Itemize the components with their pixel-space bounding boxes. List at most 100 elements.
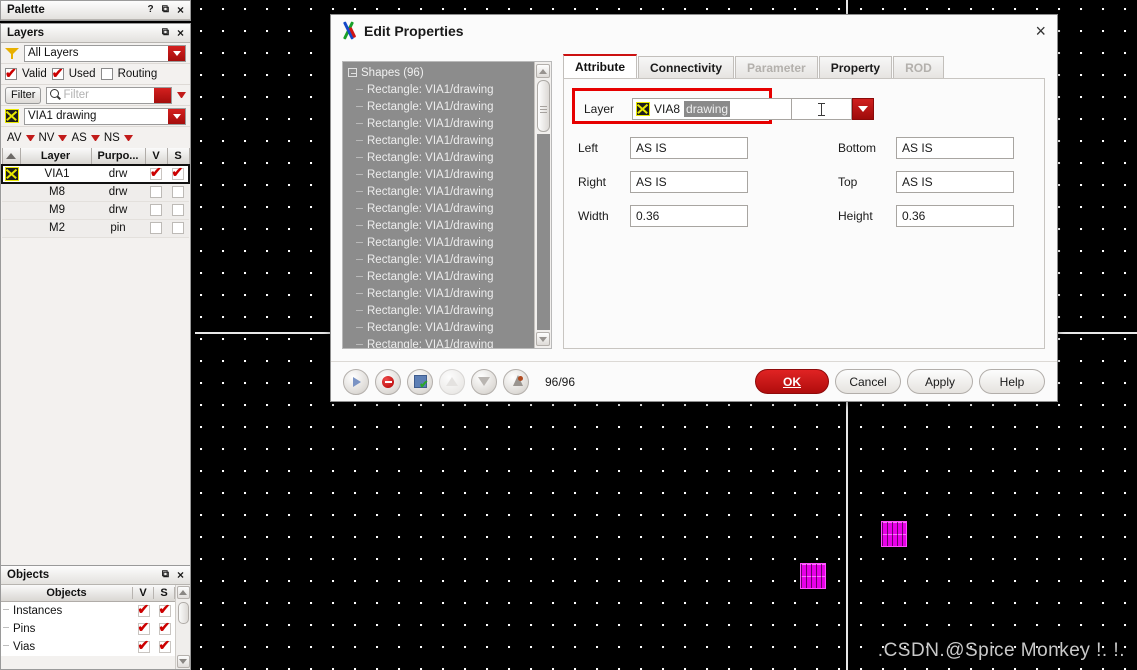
scroll-up-button[interactable] [176,586,190,599]
filter-input[interactable]: Filter [46,86,172,104]
height-field[interactable]: 0.36 [896,205,1014,227]
float-icon[interactable]: ⧉ [159,4,172,17]
float-icon[interactable]: ⧉ [159,569,172,582]
tree-item[interactable]: Rectangle: VIA1/drawing [343,302,534,319]
selectable-cell[interactable] [154,637,175,654]
scroll-down-button[interactable] [176,655,190,668]
visible-checkbox[interactable] [150,186,162,199]
selectable-checkbox[interactable] [158,619,171,636]
layer-input-caret-area[interactable] [792,98,852,120]
tree-item[interactable]: Rectangle: VIA1/drawing [343,183,534,200]
selectable-column-header[interactable]: S [166,148,190,166]
visible-checkbox[interactable] [137,601,150,618]
layer-column-header[interactable]: Layer [19,148,92,166]
close-icon[interactable]: × [174,27,187,40]
selectable-checkbox[interactable] [172,221,184,234]
list-item[interactable]: Instances [1,601,175,620]
filter-options-arrow-icon[interactable] [177,92,186,98]
tree-item[interactable]: Rectangle: VIA1/drawing [343,336,534,348]
tree-item[interactable]: Rectangle: VIA1/drawing [343,319,534,336]
top-field[interactable]: AS IS [896,171,1014,193]
bottom-field[interactable]: AS IS [896,137,1014,159]
help-icon[interactable]: ? [144,4,157,17]
selectable-checkbox[interactable] [158,637,171,654]
visible-column-header[interactable]: V [144,148,168,166]
shapes-tree-list[interactable]: Shapes (96) Rectangle: VIA1/drawing Rect… [343,62,534,348]
figure-button[interactable] [503,368,529,395]
routing-checkbox[interactable] [100,68,113,80]
tree-item[interactable]: Rectangle: VIA1/drawing [343,268,534,285]
next-button[interactable] [343,368,369,395]
row-visible-cell[interactable] [145,164,167,184]
close-icon[interactable]: × [1032,22,1049,40]
tab-attribute[interactable]: Attribute [563,54,637,78]
chevron-down-icon[interactable] [168,108,185,124]
visible-cell[interactable] [133,619,154,636]
row-visible-cell[interactable] [145,183,167,202]
chevron-down-icon[interactable] [154,87,171,103]
shapes-tree-scrollbar[interactable] [534,62,551,348]
apply-button[interactable]: Apply [907,369,973,394]
table-row[interactable]: VIA1 drw [1,164,190,184]
tab-property[interactable]: Property [818,56,893,78]
row-selectable-cell[interactable] [167,201,189,220]
selectable-checkbox[interactable] [158,601,171,618]
as-dropdown-icon[interactable] [90,134,100,141]
visible-checkbox[interactable] [150,164,162,181]
right-field[interactable]: AS IS [630,171,748,193]
selectable-checkbox[interactable] [172,186,184,199]
scroll-up-button[interactable] [536,64,550,78]
tree-item[interactable]: Rectangle: VIA1/drawing [343,132,534,149]
visible-cell[interactable] [133,601,154,618]
tree-item[interactable]: Rectangle: VIA1/drawing [343,149,534,166]
help-button[interactable]: Help [979,369,1045,394]
tree-item[interactable]: Rectangle: VIA1/drawing [343,234,534,251]
cancel-button[interactable]: Cancel [835,369,901,394]
stop-button[interactable] [375,368,401,395]
table-row[interactable]: M9 drw [2,201,189,220]
selectable-checkbox[interactable] [172,203,184,216]
shapes-tree[interactable]: Shapes (96) Rectangle: VIA1/drawing Rect… [342,61,552,349]
close-icon[interactable]: × [174,4,187,17]
sort-column-header[interactable] [1,148,21,166]
objects-column-header[interactable]: Objects [1,587,133,599]
width-field[interactable]: 0.36 [630,205,748,227]
chevron-down-icon[interactable] [168,45,185,61]
selectable-checkbox[interactable] [171,164,184,181]
left-field[interactable]: AS IS [630,137,748,159]
tree-item[interactable]: Rectangle: VIA1/drawing [343,166,534,183]
valid-checkbox[interactable] [5,65,17,82]
row-selectable-cell[interactable] [167,219,189,238]
scrollbar-thumb[interactable] [536,80,550,132]
tree-root-node[interactable]: Shapes (96) [343,64,534,81]
tree-item[interactable]: Rectangle: VIA1/drawing [343,115,534,132]
scroll-down-button[interactable] [536,332,550,346]
close-icon[interactable]: × [174,569,187,582]
all-layers-combo[interactable]: All Layers [24,44,186,62]
visible-checkbox[interactable] [150,203,162,216]
current-layer-combo[interactable]: VIA1 drawing [24,107,186,125]
selectable-cell[interactable] [154,601,175,618]
visible-cell[interactable] [133,637,154,654]
list-item[interactable]: Pins [1,619,175,638]
tab-connectivity[interactable]: Connectivity [638,56,735,78]
visible-checkbox[interactable] [150,221,162,234]
av-dropdown-icon[interactable] [25,134,35,141]
row-selectable-cell[interactable] [167,164,190,184]
nv-dropdown-icon[interactable] [58,134,68,141]
tree-item[interactable]: Rectangle: VIA1/drawing [343,251,534,268]
table-row[interactable]: M2 pin [2,219,189,238]
next-object-button[interactable] [471,368,497,395]
visible-checkbox[interactable] [137,637,150,654]
layer-input[interactable]: VIA8 drawing [632,98,792,120]
tree-item[interactable]: Rectangle: VIA1/drawing [343,98,534,115]
scrollbar-thumb[interactable] [177,602,189,624]
selectable-cell[interactable] [154,619,175,636]
scrollbar-track[interactable] [536,134,550,330]
row-visible-cell[interactable] [145,219,167,238]
list-item[interactable]: Vias [1,637,175,656]
float-icon[interactable]: ⧉ [159,27,172,40]
ok-button[interactable]: OK [755,369,829,394]
collapse-icon[interactable] [348,68,357,77]
row-visible-cell[interactable] [145,201,167,220]
